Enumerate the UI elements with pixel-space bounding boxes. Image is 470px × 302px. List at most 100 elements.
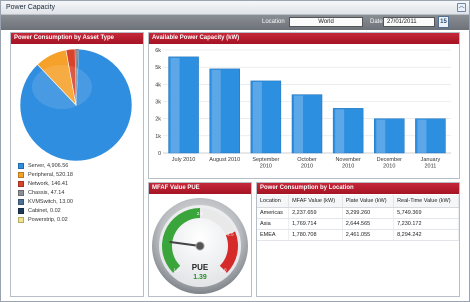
x-tick-label: 2011 <box>425 164 437 170</box>
table-cell: 3,299.260 <box>342 207 395 219</box>
bar-highlight <box>252 81 262 153</box>
legend-item: Peripheral, 520.18 <box>18 170 73 179</box>
table-cell: 2,644.565 <box>342 218 395 230</box>
x-tick-label: November <box>335 157 361 163</box>
capacity-panel: Available Power Capacity (kW) 0 1k 2k 3k 4k 5… <box>148 32 460 179</box>
column-header[interactable]: MFAF Value (kW) <box>288 195 343 208</box>
location-panel-title: Power Consumption by Location <box>257 183 459 194</box>
table-cell: 2,237.659 <box>288 207 343 219</box>
gauge-tick-label: 1.0 <box>174 267 181 272</box>
legend-item: Network, 146.41 <box>18 179 73 188</box>
x-tick-label: July 2010 <box>172 157 196 163</box>
column-header[interactable]: Plate Value (kW) <box>342 195 395 208</box>
legend-swatch <box>18 189 24 196</box>
mfaf-panel: MFAF Value PUE 1.0 2.0 2.5 3.0 PUE 1.39 <box>148 182 252 297</box>
x-tick-label: December <box>377 157 403 163</box>
y-tick-label: 6k <box>155 48 161 54</box>
mfaf-panel-title: MFAF Value PUE <box>149 183 251 194</box>
location-value: World <box>318 19 334 25</box>
capacity-bar-chart: 0 1k 2k 3k 4k 5k 6k July 2010 August 2010 Septemb… <box>155 48 451 170</box>
pie-highlight <box>32 65 92 109</box>
x-tick-label: 2010 <box>301 164 313 170</box>
legend-item: Powerstrip, 0.02 <box>18 215 73 224</box>
bar-highlight <box>376 119 386 153</box>
location-label: Location <box>262 19 285 25</box>
gauge-label: PUE <box>192 263 209 272</box>
table-cell: EMEA <box>257 229 290 241</box>
legend-item: Cabinet, 0.02 <box>18 206 73 215</box>
table-row[interactable]: Asia 1,769.714 2,644.565 7,230.172 <box>257 218 459 230</box>
pue-gauge: 1.0 2.0 2.5 3.0 PUE 1.39 <box>152 198 248 294</box>
window-titlebar: Power Capacity ︿ <box>1 1 469 15</box>
x-tick-label: October <box>297 157 317 163</box>
table-cell: Americas <box>257 207 290 219</box>
legend-swatch <box>18 162 24 169</box>
x-tick-label: August 2010 <box>209 157 240 163</box>
legend-item: Server, 4,906.56 <box>18 161 73 170</box>
legend-label: KVMSwitch, 13.00 <box>28 198 73 205</box>
bar-highlight <box>294 95 303 153</box>
power-capacity-window: Power Capacity ︿ Location World Date 27/… <box>0 0 470 302</box>
location-select[interactable]: World <box>289 17 363 27</box>
filter-bar: Location World Date 27/01/2011 15 <box>1 15 469 30</box>
y-tick-label: 0 <box>158 151 161 157</box>
table-cell: 2,461.055 <box>342 229 395 241</box>
calendar-icon[interactable]: 15 <box>438 16 449 28</box>
x-tick-label: 2010 <box>342 164 354 170</box>
asset-type-panel: Power Consumption by Asset Type Server, … <box>10 32 144 297</box>
date-label: Date <box>370 19 383 25</box>
y-tick-label: 4k <box>155 82 161 88</box>
bar-highlight <box>417 119 427 153</box>
capacity-panel-title: Available Power Capacity (kW) <box>149 33 459 44</box>
legend-item: KVMSwitch, 13.00 <box>18 197 73 206</box>
bar-highlight <box>170 57 180 153</box>
legend-label: Peripheral, 520.18 <box>28 171 73 178</box>
gauge-tick-label: 2.5 <box>227 231 234 236</box>
table-cell: Asia <box>257 218 290 230</box>
table-row[interactable]: EMEA 1,780.708 2,461.055 8,294.242 <box>257 229 459 241</box>
x-tick-label: 2010 <box>260 164 272 170</box>
legend-swatch <box>18 216 24 223</box>
legend-label: Cabinet, 0.02 <box>28 207 61 214</box>
legend-label: Server, 4,906.56 <box>28 162 69 169</box>
table-cell: 7,230.172 <box>393 218 459 230</box>
date-input[interactable]: 27/01/2011 <box>383 17 435 27</box>
table-cell: 1,769.714 <box>288 218 343 230</box>
table-cell: 8,294.242 <box>393 229 459 241</box>
gauge-hub <box>195 241 205 251</box>
chevron-up-icon[interactable]: ︿ <box>457 3 466 12</box>
legend-label: Network, 146.41 <box>28 180 69 187</box>
calendar-day: 15 <box>440 19 447 25</box>
legend-label: Chassis, 47.14 <box>28 189 65 196</box>
table-header-row: Location MFAF Value (kW) Plate Value (kW) R… <box>257 195 459 208</box>
legend-swatch <box>18 171 24 178</box>
window-title: Power Capacity <box>6 4 56 11</box>
bar-highlight <box>211 69 221 153</box>
legend-swatch <box>18 180 24 187</box>
y-tick-label: 1k <box>155 134 161 140</box>
gauge-tick-label: 3.0 <box>220 267 227 272</box>
x-tick-label: January <box>421 157 441 163</box>
column-header[interactable]: Real-Time Value (kW) <box>393 195 459 208</box>
legend-item: Chassis, 47.14 <box>18 188 73 197</box>
legend-swatch <box>18 207 24 214</box>
x-tick-label: 2010 <box>383 164 395 170</box>
table-cell: 5,749.369 <box>393 207 459 219</box>
table-cell: 1,780.708 <box>288 229 343 241</box>
gauge-tick-label: 2.0 <box>197 211 204 216</box>
table-row[interactable]: Americas 2,237.659 3,299.260 5,749.369 <box>257 207 459 219</box>
y-tick-label: 3k <box>155 100 161 106</box>
x-tick-label: September <box>252 157 279 163</box>
gauge-value: 1.39 <box>193 274 207 281</box>
column-header[interactable]: Location <box>257 195 290 208</box>
asset-legend: Server, 4,906.56 Peripheral, 520.18 Networ… <box>18 161 73 224</box>
date-value: 27/01/2011 <box>387 19 417 25</box>
y-tick-label: 5k <box>155 65 161 71</box>
asset-pie-chart <box>19 48 133 162</box>
asset-type-panel-title: Power Consumption by Asset Type <box>11 33 143 44</box>
legend-label: Powerstrip, 0.02 <box>28 216 68 223</box>
bar-highlight <box>335 109 345 153</box>
legend-swatch <box>18 198 24 205</box>
location-table: Location MFAF Value (kW) Plate Value (kW) R… <box>257 195 459 241</box>
y-tick-label: 2k <box>155 117 161 123</box>
